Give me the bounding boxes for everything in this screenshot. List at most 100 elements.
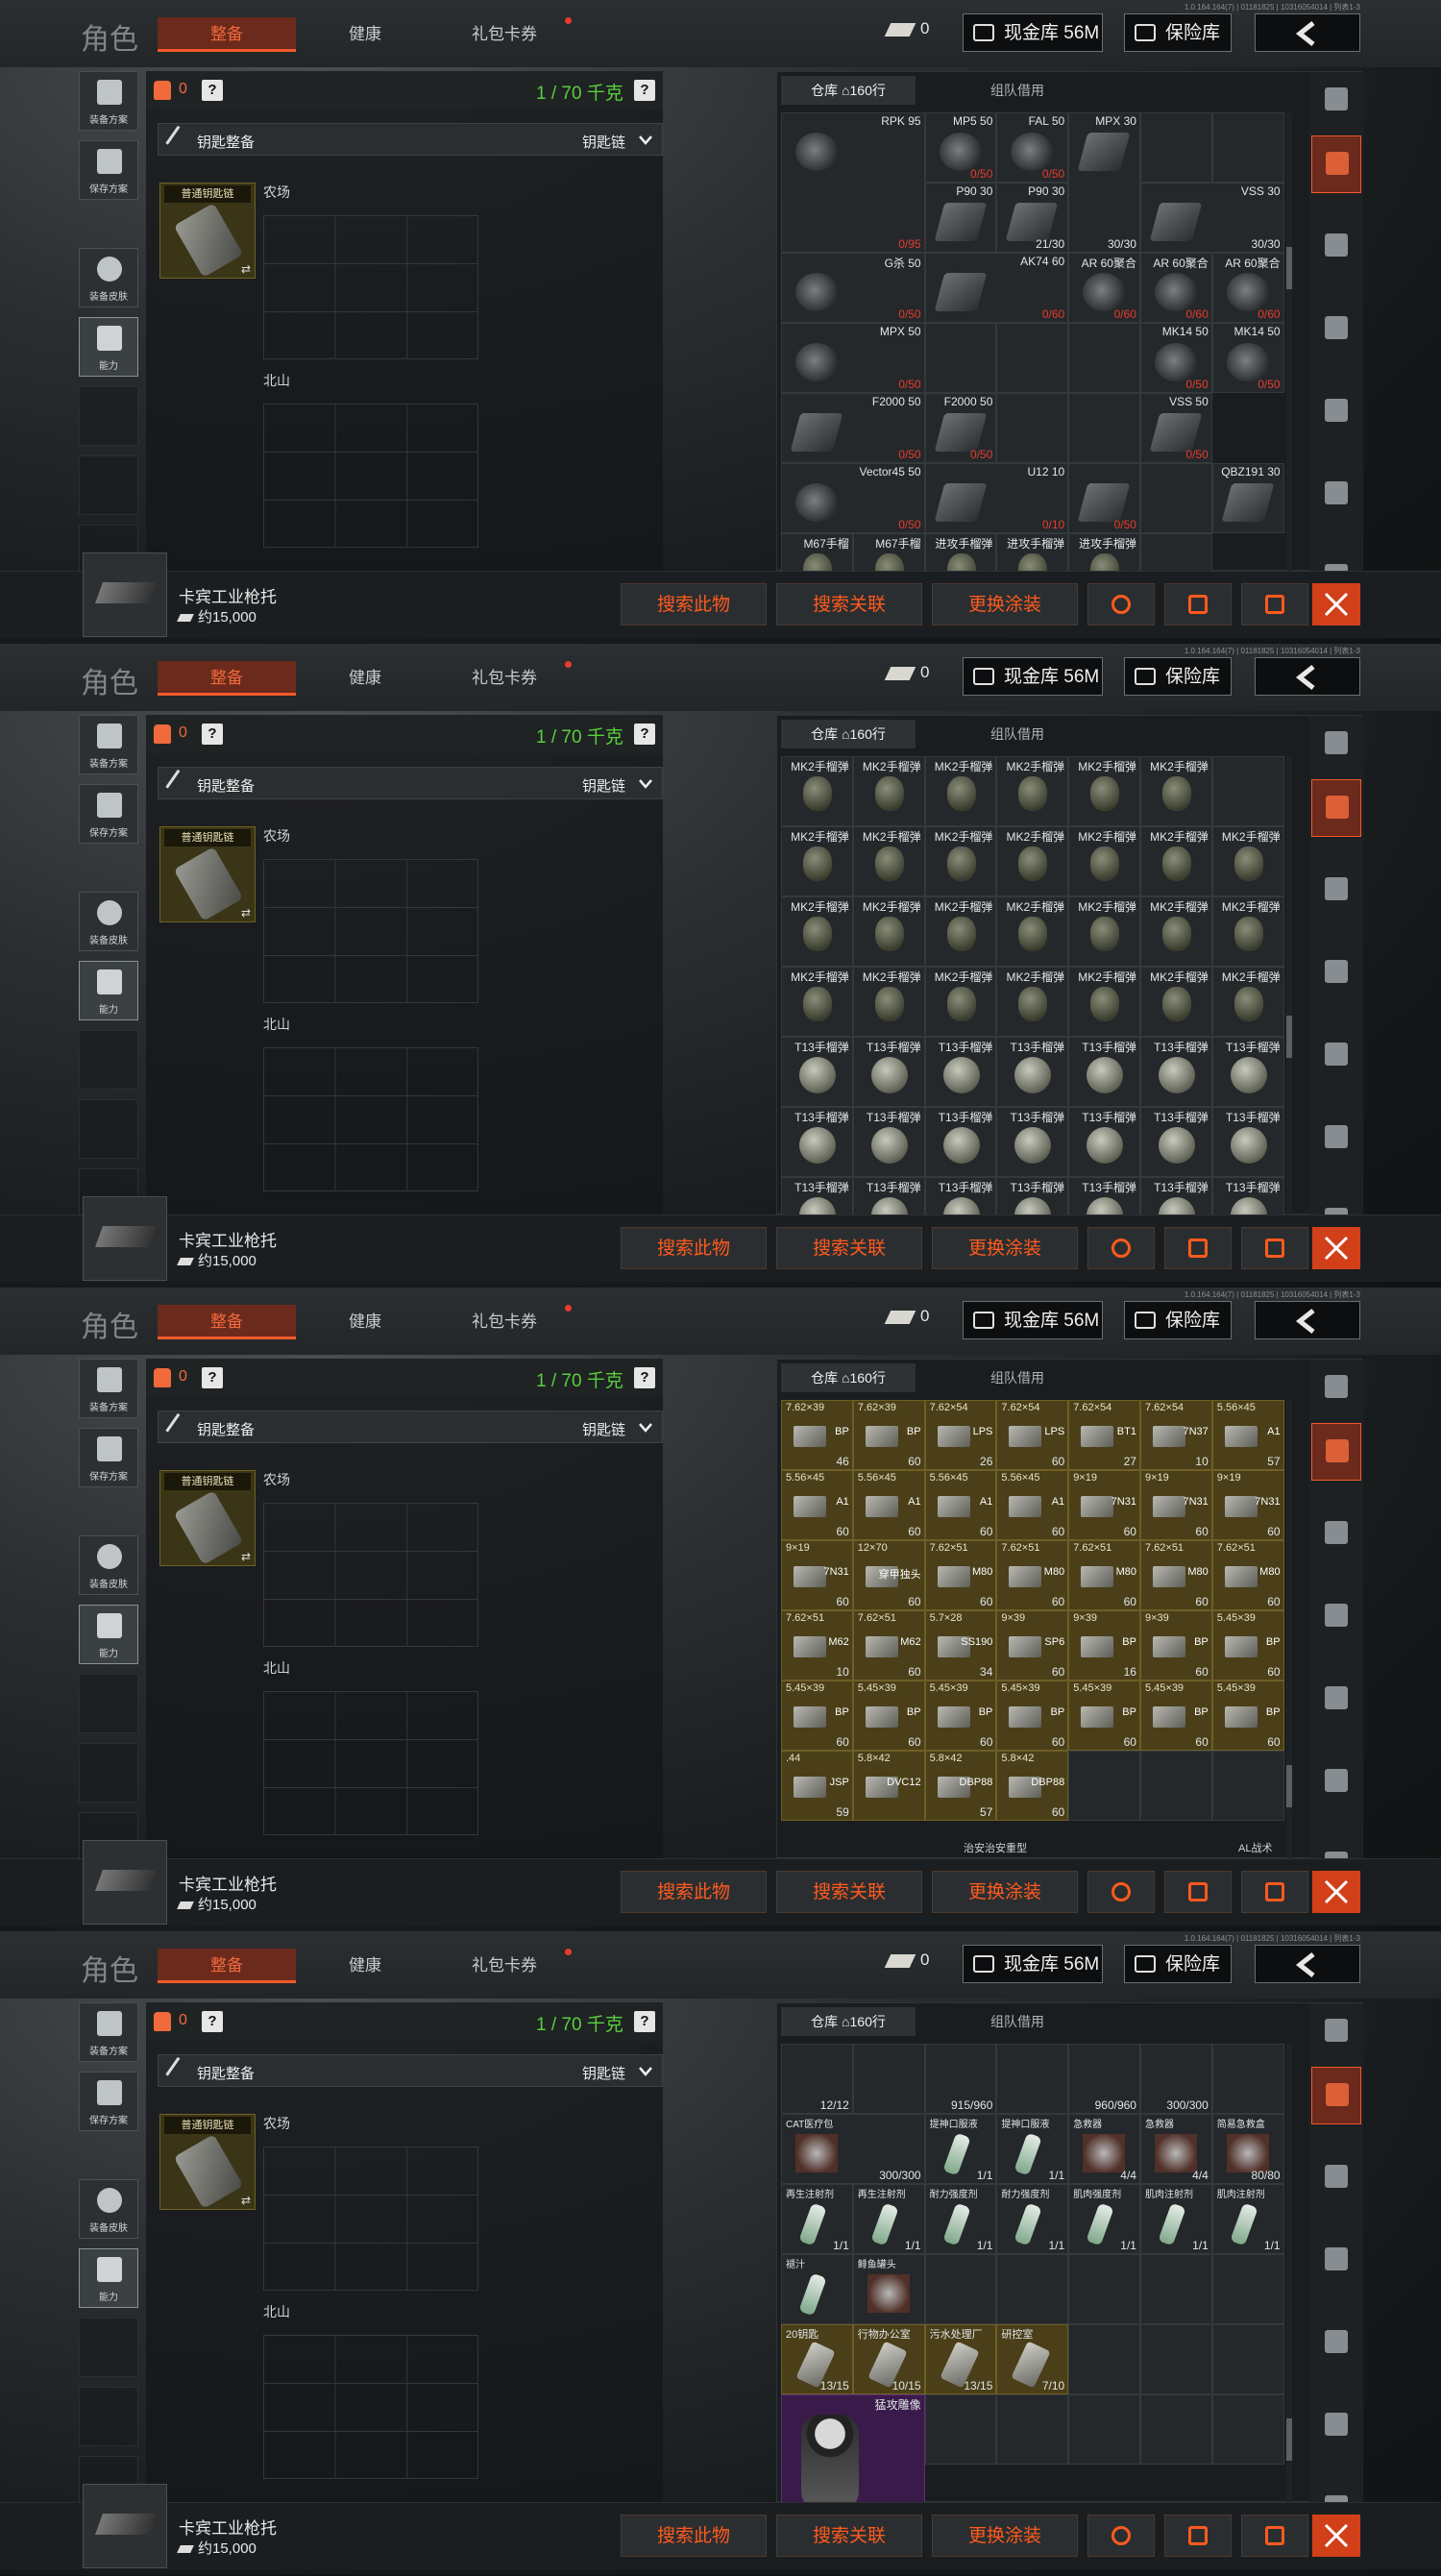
storage-item[interactable] (1139, 112, 1212, 183)
search-related-button[interactable]: 搜索关联 (776, 1227, 922, 1269)
storage-item[interactable]: 5.45×39 BP 60 (996, 1681, 1069, 1751)
storage-item[interactable]: MK2手榴弹 (1211, 826, 1284, 896)
storage-item[interactable] (1211, 2254, 1284, 2324)
storage-item[interactable]: 5.45×39 BP 60 (924, 1681, 997, 1751)
storage-item[interactable]: MK2手榴弹 (1139, 896, 1212, 967)
storage-item[interactable]: F2000 50 0/50 (924, 393, 997, 463)
category-all[interactable] (1311, 72, 1361, 130)
help-icon[interactable]: ? (202, 1367, 223, 1388)
storage-item[interactable] (1211, 2044, 1284, 2114)
selected-item-thumbnail[interactable] (83, 552, 167, 637)
close-button[interactable] (1312, 1871, 1360, 1913)
tab-team-borrow[interactable]: 组队借用 (969, 1363, 1065, 1392)
storage-item[interactable]: 5.45×39 BP 60 (1139, 1681, 1212, 1751)
storage-item[interactable]: .44 JSP 59 (781, 1751, 853, 1821)
side-button-1[interactable]: 装备方案 (79, 715, 138, 774)
tab-warehouse[interactable]: 仓库 ⌂160行 (781, 1363, 916, 1392)
swap-icon[interactable]: ⇄ (241, 2194, 251, 2207)
category-magazine[interactable] (1311, 1027, 1361, 1085)
storage-item[interactable]: CAT医疗包 300/300 (781, 2114, 925, 2184)
storage-item[interactable]: MK2手榴弹 (852, 967, 925, 1037)
category-all[interactable] (1311, 2003, 1361, 2061)
swap-icon[interactable]: ⇄ (241, 1550, 251, 1563)
storage-item[interactable]: 0/50 (1068, 463, 1140, 533)
tab-3[interactable]: 礼包卡券 (452, 1949, 557, 1983)
unlock-button[interactable] (1164, 1227, 1232, 1269)
storage-item[interactable]: 9×19 7N31 60 (781, 1540, 853, 1610)
storage-item[interactable]: MK2手榴弹 (1139, 756, 1212, 826)
tab-2[interactable]: 健康 (307, 661, 423, 696)
storage-item[interactable]: MK2手榴弹 (1139, 967, 1212, 1037)
side-button-4[interactable]: 能力 (79, 317, 138, 377)
side-button-4[interactable]: 能力 (79, 1605, 138, 1664)
storage-item[interactable]: MK2手榴弹 (996, 826, 1069, 896)
help-icon[interactable]: ? (202, 2011, 223, 2032)
tab-team-borrow[interactable]: 组队借用 (969, 76, 1065, 105)
storage-item[interactable]: AK74 60 0/60 (924, 253, 1069, 323)
search-button[interactable] (1087, 583, 1155, 626)
category-equipment[interactable] (1311, 218, 1361, 276)
search-item-button[interactable]: 搜索此物 (621, 583, 767, 626)
category-bag[interactable] (1311, 135, 1361, 193)
unlock-button[interactable] (1164, 583, 1232, 626)
category-all[interactable] (1311, 1360, 1361, 1417)
storage-item[interactable]: 7.62×51 M62 10 (781, 1610, 853, 1681)
storage-item[interactable]: RPK 95 0/95 (781, 112, 925, 253)
search-button[interactable] (1087, 1871, 1155, 1913)
storage-item[interactable]: 7.62×51 M80 60 (1211, 1540, 1284, 1610)
side-button-2[interactable]: 保存方案 (79, 140, 138, 200)
storage-item[interactable] (996, 2394, 1069, 2465)
storage-item[interactable]: T13手榴弹 (1068, 1177, 1140, 1215)
storage-item[interactable]: T13手榴弹 (781, 1107, 853, 1177)
storage-item[interactable]: 褪汁 (781, 2254, 853, 2324)
back-button[interactable] (1255, 1945, 1360, 1983)
side-button-1[interactable]: 装备方案 (79, 2002, 138, 2062)
storage-item[interactable]: 20钥匙 13/15 (781, 2324, 853, 2394)
storage-item[interactable]: T13手榴弹 (1211, 1107, 1284, 1177)
close-button[interactable] (1312, 1227, 1360, 1269)
storage-item[interactable]: 5.56×45 A1 57 (1211, 1400, 1284, 1470)
storage-item[interactable]: 7.62×51 M80 60 (924, 1540, 997, 1610)
storage-item[interactable] (996, 2044, 1069, 2114)
storage-item[interactable]: 12×70 穿甲独头 60 (852, 1540, 925, 1610)
storage-item[interactable]: 7.62×54 7N37 10 (1139, 1400, 1212, 1470)
storage-item[interactable] (1068, 2254, 1140, 2324)
keychain-slot[interactable]: 普通钥匙链 ⇄ (159, 2114, 256, 2210)
storage-item[interactable]: 提神口服液 1/1 (996, 2114, 1069, 2184)
side-button-2[interactable]: 保存方案 (79, 784, 138, 844)
change-skin-button[interactable]: 更换涂装 (932, 583, 1078, 626)
storage-item[interactable] (1139, 2394, 1212, 2465)
storage-item[interactable]: VSS 30 30/30 (1139, 183, 1284, 253)
cash-vault-button[interactable]: 现金库 56M (963, 1301, 1103, 1339)
storage-item[interactable]: MK2手榴弹 (1068, 896, 1140, 967)
storage-item[interactable] (1211, 2324, 1284, 2394)
tab-1[interactable]: 整备 (158, 1305, 296, 1339)
storage-item[interactable]: QBZ191 30 (1211, 463, 1284, 533)
storage-item[interactable]: MK2手榴弹 (781, 896, 853, 967)
storage-item[interactable]: MK2手榴弹 (781, 826, 853, 896)
side-button-4[interactable]: 能力 (79, 2248, 138, 2308)
tab-1[interactable]: 整备 (158, 17, 296, 52)
storage-scrollbar[interactable] (1286, 1400, 1292, 1859)
help-icon[interactable]: ? (634, 1367, 655, 1388)
storage-item[interactable]: MK2手榴弹 (1068, 967, 1140, 1037)
storage-item[interactable]: P90 30 21/30 (996, 183, 1069, 253)
basket-button[interactable] (1241, 2515, 1308, 2557)
storage-item[interactable] (1139, 2324, 1212, 2394)
storage-item[interactable]: 5.45×39 BP 60 (781, 1681, 853, 1751)
storage-item[interactable]: 5.7×28 SS190 34 (924, 1610, 997, 1681)
storage-item[interactable]: 9×39 BP 60 (1139, 1610, 1212, 1681)
storage-item[interactable] (924, 323, 997, 393)
scroll-thumb[interactable] (1286, 247, 1292, 289)
storage-item[interactable]: G杀 50 0/50 (781, 253, 925, 323)
storage-item[interactable] (1139, 533, 1212, 572)
search-item-button[interactable]: 搜索此物 (621, 2515, 767, 2557)
storage-item[interactable]: T13手榴弹 (996, 1177, 1069, 1215)
storage-item[interactable]: T13手榴弹 (852, 1177, 925, 1215)
storage-item[interactable]: MK2手榴弹 (924, 826, 997, 896)
category-all[interactable] (1311, 716, 1361, 773)
storage-item[interactable]: 再生注射剂 1/1 (781, 2184, 853, 2254)
storage-item[interactable]: 300/300 (1139, 2044, 1212, 2114)
category-ammo[interactable] (1311, 1754, 1361, 1811)
storage-item[interactable]: 12/12 (781, 2044, 853, 2114)
